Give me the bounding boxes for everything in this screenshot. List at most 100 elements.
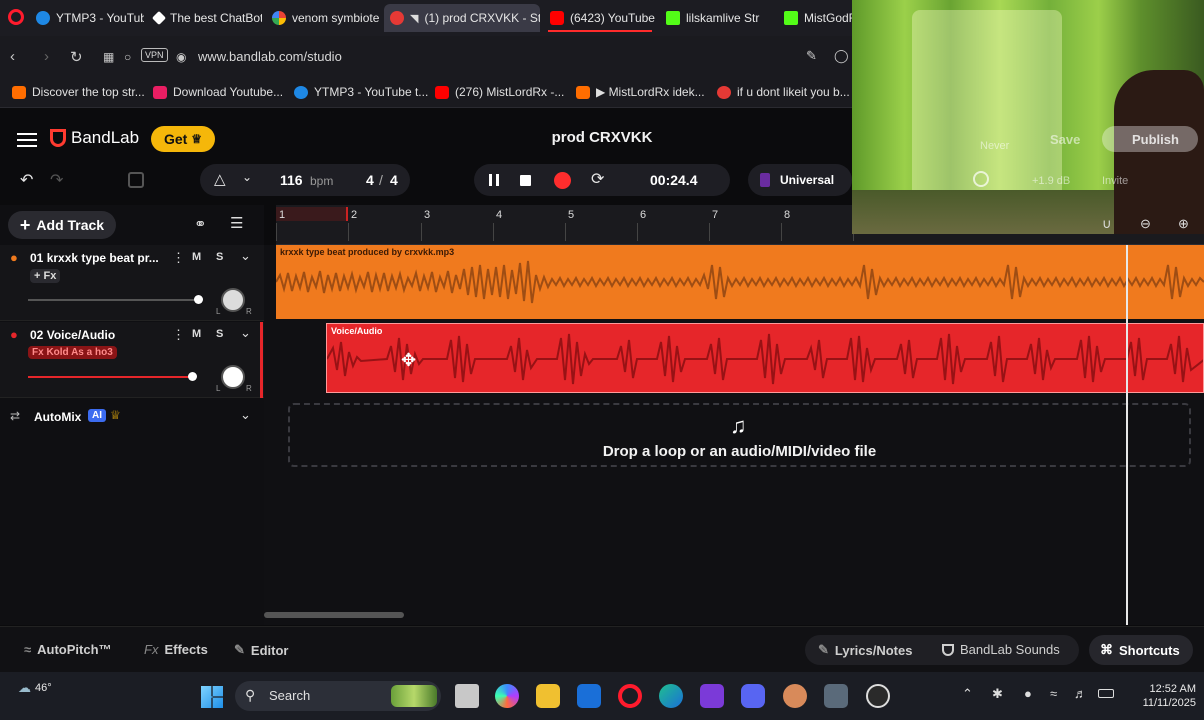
- track-name[interactable]: 01 krxxk type beat pr...: [30, 251, 159, 265]
- solo-button[interactable]: S: [216, 328, 223, 340]
- drop-zone[interactable]: ♫ Drop a loop or an audio/MIDI/video fil…: [288, 403, 1191, 467]
- edge-icon[interactable]: [659, 684, 683, 708]
- easy-setup-icon[interactable]: ▦: [103, 50, 114, 64]
- bookmark-item[interactable]: Discover the top str...: [12, 85, 145, 99]
- chevron-up-icon[interactable]: ⌃: [962, 686, 973, 702]
- horizontal-scrollbar[interactable]: [264, 612, 404, 618]
- windows-start-icon[interactable]: [201, 686, 223, 708]
- volume-icon[interactable]: ♬: [1074, 686, 1087, 701]
- pan-knob[interactable]: [221, 365, 245, 389]
- menu-icon[interactable]: [17, 129, 37, 151]
- loop-icon[interactable]: ⟳: [591, 169, 604, 189]
- outlook-icon[interactable]: [577, 684, 601, 708]
- fx-preset-badge[interactable]: Fx Kold As a ho3: [28, 346, 117, 359]
- lyrics-notes-button[interactable]: ✎ Lyrics/Notes: [818, 642, 912, 658]
- fx-button[interactable]: + Fx: [30, 269, 61, 283]
- time-signature-denominator[interactable]: 4: [390, 172, 398, 188]
- save-revision-icon[interactable]: [128, 172, 144, 188]
- bookmark-item[interactable]: (276) MistLordRx -...: [435, 85, 564, 99]
- effects-button[interactable]: Fx Effects: [144, 642, 208, 657]
- back-arrow-icon[interactable]: ‹: [10, 48, 15, 65]
- reload-icon[interactable]: ↻: [70, 48, 83, 66]
- tempo-value[interactable]: 116: [280, 172, 303, 188]
- obs-icon[interactable]: [866, 684, 890, 708]
- battery-icon[interactable]: [1098, 689, 1114, 698]
- wifi-icon[interactable]: ≈: [1050, 686, 1057, 701]
- chevron-down-icon[interactable]: ⌄: [240, 248, 251, 264]
- app-avatar-icon[interactable]: [783, 684, 807, 708]
- lock-icon[interactable]: ◉: [176, 50, 186, 64]
- add-track-button[interactable]: + Add Track: [8, 211, 116, 239]
- snapshot-icon[interactable]: ◯: [834, 48, 849, 64]
- pan-knob[interactable]: [221, 288, 245, 312]
- bandlab-sounds-button[interactable]: BandLab Sounds: [942, 642, 1060, 657]
- zoom-in-icon[interactable]: ⊕: [1178, 216, 1189, 232]
- audio-clip-voice[interactable]: Voice/Audio: [326, 323, 1204, 393]
- bookmark-item[interactable]: YTMP3 - YouTube t...: [294, 85, 428, 99]
- weather-widget[interactable]: ☁ 46°: [18, 680, 52, 696]
- chevron-down-icon[interactable]: ⌄: [242, 170, 252, 184]
- zoom-out-icon[interactable]: ⊖: [1140, 216, 1151, 232]
- snap-magnet-icon[interactable]: ∪: [1102, 216, 1112, 232]
- autopitch-button[interactable]: ≈ AutoPitch™: [24, 642, 112, 657]
- tab-venom[interactable]: venom symbiote: [266, 4, 380, 32]
- get-membership-button[interactable]: Get ♕: [151, 126, 215, 152]
- automix-row[interactable]: ⇄ AutoMix AI ♕ ⌄: [0, 403, 264, 433]
- pause-icon[interactable]: [489, 174, 499, 186]
- taskbar-search[interactable]: ⚲ Search: [235, 681, 441, 711]
- track-name[interactable]: 02 Voice/Audio: [30, 328, 115, 342]
- playhead[interactable]: [1126, 245, 1128, 625]
- chevron-down-icon[interactable]: ⌄: [240, 407, 251, 423]
- stop-icon[interactable]: [520, 175, 531, 186]
- tab-ytmp3[interactable]: YTMP3 - YouTube: [30, 4, 144, 32]
- copilot-icon[interactable]: [495, 684, 519, 708]
- task-view-icon[interactable]: [455, 684, 479, 708]
- opera-icon[interactable]: [618, 684, 642, 708]
- volume-slider[interactable]: [28, 376, 194, 378]
- save-button[interactable]: Save: [1050, 132, 1080, 147]
- tray-app-icon[interactable]: ✱: [992, 686, 1003, 702]
- volume-slider[interactable]: [28, 299, 200, 301]
- bookmark-item[interactable]: Download Youtube...: [153, 85, 283, 99]
- clipchamp-icon[interactable]: [700, 684, 724, 708]
- vpn-badge[interactable]: VPN: [141, 48, 168, 62]
- volume-slider-knob[interactable]: [194, 295, 203, 304]
- volume-slider-knob[interactable]: [188, 372, 197, 381]
- edit-page-icon[interactable]: ✎: [806, 48, 817, 64]
- tab-kick-1[interactable]: lilskamlive Str: [660, 4, 776, 32]
- project-title[interactable]: prod CRXVKK: [502, 129, 702, 146]
- tab-chatbot[interactable]: The best ChatBot: [148, 4, 262, 32]
- track-menu-icon[interactable]: ⋮: [172, 327, 185, 343]
- opera-logo-icon[interactable]: [8, 9, 24, 25]
- time-signature-numerator[interactable]: 4: [366, 172, 374, 188]
- master-volume-knob[interactable]: [973, 171, 989, 187]
- tab-youtube[interactable]: (6423) YouTube: [544, 4, 656, 32]
- redo-icon[interactable]: ↷: [50, 170, 63, 190]
- audio-clip-beat[interactable]: krxxk type beat produced by crxvkk.mp3: [276, 245, 1204, 319]
- editor-button[interactable]: ✎ Editor: [234, 642, 288, 658]
- record-icon[interactable]: [554, 172, 571, 189]
- chevron-down-icon[interactable]: ⌄: [240, 325, 251, 341]
- file-explorer-icon[interactable]: [536, 684, 560, 708]
- bookmark-item[interactable]: if u dont likeit you b...: [717, 85, 850, 99]
- microphone-tray-icon[interactable]: ●: [1024, 686, 1032, 701]
- undo-icon[interactable]: ↶: [20, 170, 33, 190]
- tuning-fork-icon[interactable]: ⚭: [194, 215, 207, 233]
- microphone-icon[interactable]: ○: [124, 50, 131, 64]
- discord-icon[interactable]: [741, 684, 765, 708]
- track-header-2[interactable]: ● 02 Voice/Audio ⋮ M S ⌄ Fx Kold As a ho…: [0, 322, 264, 398]
- mute-button[interactable]: M: [192, 251, 201, 263]
- forward-arrow-icon[interactable]: ›: [44, 48, 49, 65]
- track-header-1[interactable]: ● 01 krxxk type beat pr... ⋮ M S ⌄ + Fx …: [0, 245, 264, 321]
- track-menu-icon[interactable]: ⋮: [172, 250, 185, 266]
- loop-region-marker[interactable]: [276, 207, 348, 221]
- bandlab-logo[interactable]: BandLab: [50, 128, 139, 148]
- invite-button[interactable]: Invite: [1102, 175, 1128, 187]
- key-selector-pill[interactable]: Universal: [748, 164, 852, 196]
- camera-icon[interactable]: [824, 684, 848, 708]
- mute-button[interactable]: M: [192, 328, 201, 340]
- solo-button[interactable]: S: [216, 251, 223, 263]
- bookmark-item[interactable]: ▶ MistLordRx idek...: [576, 85, 705, 99]
- system-clock[interactable]: 12:52 AM 11/11/2025: [1124, 682, 1196, 710]
- url-text[interactable]: www.bandlab.com/studio: [198, 49, 342, 64]
